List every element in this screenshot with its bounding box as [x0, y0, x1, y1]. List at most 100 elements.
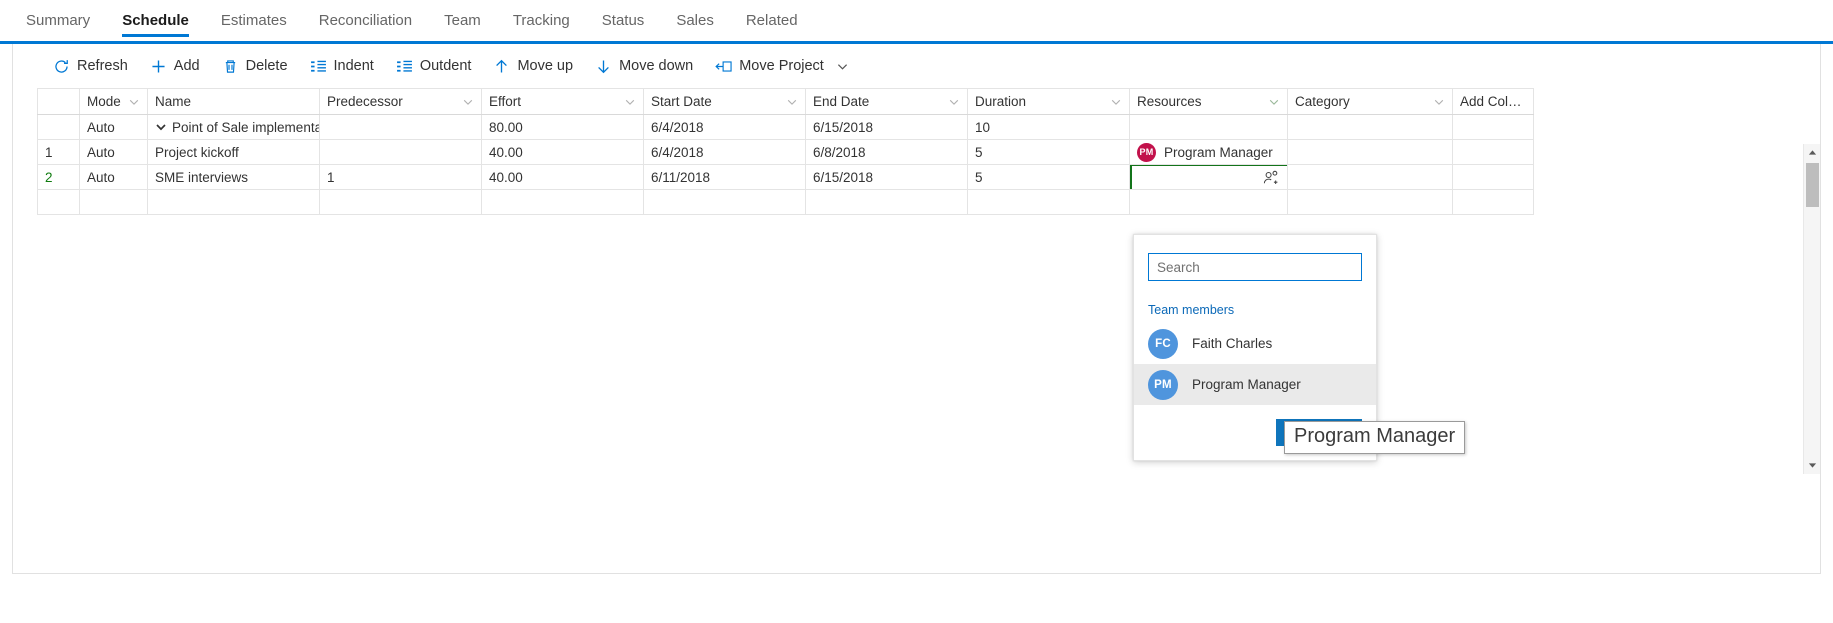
cell-name[interactable] [147, 189, 320, 215]
outdent-button[interactable]: Outdent [386, 49, 482, 83]
col-header-start-date[interactable]: Start Date [643, 88, 806, 115]
cell-duration[interactable]: 5 [967, 164, 1130, 190]
move-up-label: Move up [517, 58, 574, 74]
col-header-end-date[interactable]: End Date [805, 88, 968, 115]
tab-label: Team [444, 12, 481, 29]
indent-button[interactable]: Indent [300, 49, 384, 83]
member-name: Program Manager [1192, 377, 1301, 392]
resource-edit-box[interactable] [1130, 165, 1287, 189]
chevron-down-icon [836, 60, 849, 73]
cell-predecessor[interactable] [319, 139, 482, 165]
add-person-icon[interactable] [1263, 170, 1279, 186]
chevron-down-icon[interactable] [462, 96, 474, 108]
cell-mode[interactable]: Auto [79, 139, 148, 165]
chevron-down-icon[interactable] [1433, 96, 1445, 108]
cell-predecessor[interactable]: 1 [319, 164, 482, 190]
tab-reconciliation[interactable]: Reconciliation [303, 0, 428, 41]
cell-duration[interactable] [967, 189, 1130, 215]
cell-resources[interactable] [1129, 189, 1288, 215]
chevron-down-icon[interactable] [1110, 96, 1122, 108]
cell-category[interactable] [1287, 164, 1453, 190]
tab-team[interactable]: Team [428, 0, 497, 41]
table-row[interactable]: 2 Auto SME interviews 1 40.00 6/11/2018 … [37, 164, 1534, 190]
cell-end-date[interactable] [805, 189, 968, 215]
col-header-label: Mode [87, 94, 121, 109]
cell-start-date[interactable]: 6/4/2018 [643, 139, 806, 165]
col-header-label: Effort [489, 94, 522, 109]
cell-category[interactable] [1287, 189, 1453, 215]
delete-button[interactable]: Delete [212, 49, 298, 83]
scroll-down-button[interactable] [1804, 457, 1821, 474]
cell-effort[interactable]: 80.00 [481, 114, 644, 140]
cell-rownum: 1 [37, 139, 80, 165]
table-row-empty[interactable] [37, 189, 1534, 215]
col-header-add-column[interactable]: Add Column [1452, 88, 1534, 115]
cell-resources[interactable]: PM Program Manager [1129, 139, 1288, 165]
tab-schedule[interactable]: Schedule [106, 0, 205, 41]
cell-add-column [1452, 164, 1534, 190]
scrollbar-thumb[interactable] [1806, 163, 1819, 207]
move-up-button[interactable]: Move up [483, 49, 583, 83]
cell-end-date[interactable]: 6/15/2018 [805, 164, 968, 190]
col-header-label: Duration [975, 94, 1027, 109]
col-header-category[interactable]: Category [1287, 88, 1453, 115]
chevron-down-icon[interactable] [128, 96, 140, 108]
indent-icon [310, 58, 327, 75]
cell-resources[interactable] [1129, 114, 1288, 140]
tab-related[interactable]: Related [730, 0, 814, 41]
refresh-label: Refresh [77, 58, 128, 74]
table-row[interactable]: 1 Auto Project kickoff 40.00 6/4/2018 6/… [37, 139, 1534, 165]
scroll-up-button[interactable] [1804, 144, 1821, 161]
cell-category[interactable] [1287, 114, 1453, 140]
move-project-button[interactable]: Move Project [705, 49, 859, 83]
search-input[interactable] [1148, 253, 1362, 281]
cell-effort[interactable]: 40.00 [481, 164, 644, 190]
cell-predecessor[interactable] [319, 114, 482, 140]
tab-summary[interactable]: Summary [10, 0, 106, 41]
tab-tracking[interactable]: Tracking [497, 0, 586, 41]
cell-effort[interactable]: 40.00 [481, 139, 644, 165]
cell-resources-editing[interactable] [1129, 164, 1288, 190]
cell-start-date[interactable]: 6/11/2018 [643, 164, 806, 190]
list-item-program-manager[interactable]: PM Program Manager [1134, 364, 1376, 405]
cell-category[interactable] [1287, 139, 1453, 165]
cell-start-date[interactable] [643, 189, 806, 215]
tab-sales[interactable]: Sales [660, 0, 730, 41]
cell-predecessor[interactable] [319, 189, 482, 215]
cell-name[interactable]: Point of Sale implementati [147, 114, 320, 140]
tab-estimates[interactable]: Estimates [205, 0, 303, 41]
add-button[interactable]: Add [140, 49, 210, 83]
chevron-down-icon[interactable] [1268, 96, 1280, 108]
col-header-mode[interactable]: Mode [79, 88, 148, 115]
cell-duration[interactable]: 10 [967, 114, 1130, 140]
col-header-duration[interactable]: Duration [967, 88, 1130, 115]
cell-name[interactable]: SME interviews [147, 164, 320, 190]
col-header-effort[interactable]: Effort [481, 88, 644, 115]
cell-name[interactable]: Project kickoff [147, 139, 320, 165]
cell-mode[interactable]: Auto [79, 114, 148, 140]
cell-duration[interactable]: 5 [967, 139, 1130, 165]
cell-effort[interactable] [481, 189, 644, 215]
chevron-down-icon[interactable] [624, 96, 636, 108]
list-item-faith-charles[interactable]: FC Faith Charles [1134, 323, 1376, 364]
table-row[interactable]: Auto Point of Sale implementati 80.00 6/… [37, 114, 1534, 140]
refresh-button[interactable]: Refresh [43, 49, 138, 83]
move-down-button[interactable]: Move down [585, 49, 703, 83]
chevron-down-icon[interactable] [155, 121, 167, 133]
cell-mode[interactable]: Auto [79, 164, 148, 190]
col-header-resources[interactable]: Resources [1129, 88, 1288, 115]
cell-mode[interactable] [79, 189, 148, 215]
chevron-down-icon[interactable] [786, 96, 798, 108]
avatar: PM [1137, 142, 1156, 162]
col-header-name[interactable]: Name [147, 88, 320, 115]
cell-end-date[interactable]: 6/15/2018 [805, 114, 968, 140]
cell-end-date[interactable]: 6/8/2018 [805, 139, 968, 165]
tab-status[interactable]: Status [586, 0, 661, 41]
cell-start-date[interactable]: 6/4/2018 [643, 114, 806, 140]
grid-vertical-scrollbar[interactable] [1803, 144, 1820, 474]
col-header-label: Add Column [1460, 94, 1526, 109]
tab-label: Estimates [220, 12, 287, 29]
member-name: Faith Charles [1192, 336, 1273, 351]
chevron-down-icon[interactable] [948, 96, 960, 108]
col-header-predecessor[interactable]: Predecessor [319, 88, 482, 115]
